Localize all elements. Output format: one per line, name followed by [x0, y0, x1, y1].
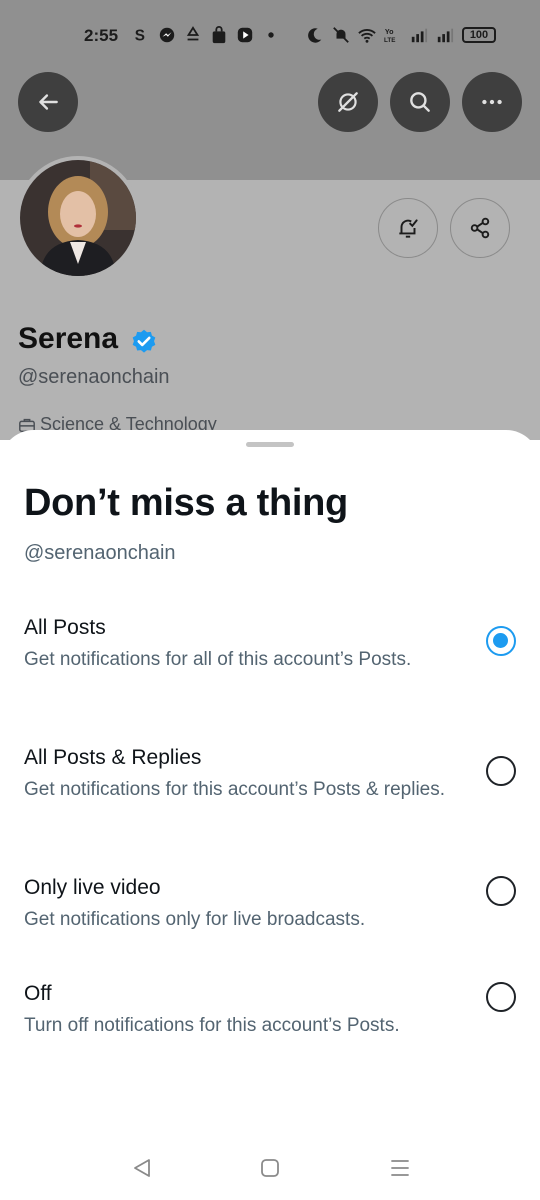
notification-bell-button[interactable]	[378, 198, 438, 258]
moon-icon	[308, 28, 322, 43]
sheet-title: Don’t miss a thing	[24, 482, 348, 524]
option-title: Off	[24, 982, 52, 1005]
battery-indicator: 100	[462, 27, 496, 43]
option-title: All Posts	[24, 616, 106, 639]
option-description: Get notifications for this account’s Pos…	[24, 779, 446, 800]
sheet-subtitle: @serenaonchain	[24, 542, 176, 564]
notification-bell-icon	[399, 219, 418, 238]
messenger-icon	[159, 27, 175, 43]
back-icon	[39, 94, 58, 110]
verified-badge-icon	[132, 329, 156, 353]
signal-icon	[437, 28, 454, 43]
profile-name: Serena	[18, 322, 119, 355]
status-bar: 2:55 S Yo LTE 100	[0, 0, 540, 72]
more-icon	[482, 99, 502, 105]
avatar-photo	[20, 160, 136, 276]
search-icon	[410, 92, 430, 112]
back-button[interactable]	[18, 72, 78, 132]
notification-settings-sheet: Don’t miss a thing @serenaonchain All Po…	[0, 430, 540, 1200]
system-nav-bar	[0, 1140, 540, 1200]
shopping-bag-icon	[212, 26, 226, 44]
recents-menu-icon[interactable]	[388, 1156, 412, 1180]
status-time: 2:55	[84, 26, 119, 45]
option-title: All Posts & Replies	[24, 746, 202, 769]
avatar[interactable]	[16, 156, 140, 280]
share-icon	[470, 217, 490, 239]
option-all-posts-replies[interactable]: All Posts & Replies Get notifications fo…	[0, 746, 540, 846]
recycle-icon	[186, 26, 200, 41]
skype-icon: S	[135, 27, 145, 44]
more-button[interactable]	[462, 72, 522, 132]
wifi-icon	[358, 29, 376, 43]
radio-all-posts-replies[interactable]	[486, 756, 516, 786]
radio-all-posts[interactable]	[486, 626, 516, 656]
signal-icon	[411, 28, 428, 43]
option-description: Get notifications only for live broadcas…	[24, 909, 366, 930]
share-button[interactable]	[450, 198, 510, 258]
back-triangle-icon[interactable]	[130, 1156, 154, 1180]
grok-button[interactable]	[318, 72, 378, 132]
option-description: Turn off notifications for this account’…	[24, 1015, 400, 1036]
profile-handle: @serenaonchain	[18, 366, 170, 388]
radio-only-live-video[interactable]	[486, 876, 516, 906]
option-all-posts[interactable]: All Posts Get notifications for all of t…	[0, 616, 540, 716]
home-square-icon[interactable]	[258, 1156, 282, 1180]
search-button[interactable]	[390, 72, 450, 132]
option-off[interactable]: Off Turn off notifications for this acco…	[0, 982, 540, 1058]
sheet-drag-handle[interactable]	[246, 442, 294, 447]
dot-icon	[268, 32, 274, 38]
play-icon	[237, 27, 253, 43]
option-title: Only live video	[24, 876, 161, 899]
mute-icon	[333, 27, 349, 43]
svg-text:S: S	[135, 27, 145, 44]
grok-icon	[338, 92, 358, 112]
option-description: Get notifications for all of this accoun…	[24, 649, 412, 670]
option-only-live-video[interactable]: Only live video Get notifications only f…	[0, 876, 540, 952]
volte-icon: YoLTE	[384, 27, 395, 44]
svg-text:LTE: LTE	[384, 37, 395, 44]
radio-off[interactable]	[486, 982, 516, 1012]
svg-text:Yo: Yo	[385, 27, 394, 36]
